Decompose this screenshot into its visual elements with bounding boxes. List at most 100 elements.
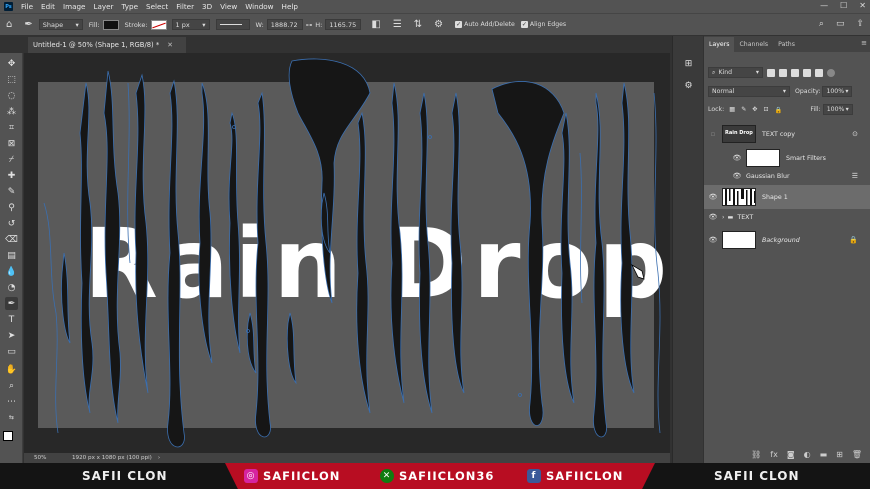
zoom-level[interactable]: 50% (34, 455, 72, 461)
pixel-filter-icon[interactable] (767, 68, 775, 77)
layer-filter-select[interactable]: ⌕ Kind ▾ (708, 67, 763, 78)
smart-object-filter-icon[interactable] (815, 68, 823, 77)
marquee-tool-icon[interactable]: ⬚ (5, 73, 18, 86)
layer-style-icon[interactable]: fx (770, 450, 778, 459)
layer-background[interactable]: 👁 Background 🔒 (704, 228, 870, 252)
smart-filters-row[interactable]: 👁 Smart Filters (704, 147, 870, 169)
history-brush-tool-icon[interactable]: ↺ (5, 217, 18, 230)
stroke-type-select[interactable] (215, 19, 250, 30)
hand-tool-icon[interactable]: ✋ (5, 363, 18, 376)
brush-tool-icon[interactable]: ✎ (5, 185, 18, 198)
menu-file[interactable]: File (17, 2, 37, 11)
chevron-right-icon[interactable]: › (722, 214, 724, 221)
type-tool-icon[interactable]: T (5, 313, 18, 326)
eraser-tool-icon[interactable]: ⌫ (5, 233, 18, 246)
canvas[interactable]: Rain Drop * (24, 53, 670, 453)
lock-transparency-icon[interactable]: ▦ (729, 106, 735, 113)
menu-view[interactable]: View (216, 2, 241, 11)
filter-options-icon[interactable]: ☰ (852, 172, 858, 180)
new-layer-icon[interactable]: ⊞ (836, 450, 843, 459)
tab-paths[interactable]: Paths (773, 37, 800, 52)
color-swatches[interactable] (3, 431, 19, 447)
properties-panel-icon[interactable]: ⚙ (682, 79, 695, 92)
layer-shape-1[interactable]: 👁 Shape 1 (704, 185, 870, 209)
gear-icon[interactable]: ⚙ (434, 19, 443, 30)
lock-position-icon[interactable]: ✥ (752, 106, 757, 113)
trash-icon[interactable]: 🗑 (852, 450, 862, 459)
lock-all-icon[interactable]: 🔒 (775, 106, 783, 114)
fill-swatch[interactable] (102, 19, 119, 30)
menu-select[interactable]: Select (142, 2, 172, 11)
stroke-width-input[interactable]: 1 px ▾ (171, 19, 210, 30)
type-filter-icon[interactable] (791, 68, 799, 77)
search-icon[interactable]: ⌕ (819, 19, 824, 29)
path-operations-icon[interactable]: ◧ (371, 19, 380, 30)
visibility-icon[interactable]: 👁 (728, 172, 746, 180)
maximize-button[interactable]: ☐ (840, 1, 847, 10)
history-panel-icon[interactable]: ⊞ (682, 57, 695, 70)
gradient-tool-icon[interactable]: ▤ (5, 249, 18, 262)
menu-edit[interactable]: Edit (37, 2, 59, 11)
shape-filter-icon[interactable] (803, 68, 811, 77)
lock-pixels-icon[interactable]: ✎ (741, 106, 746, 113)
menu-layer[interactable]: Layer (89, 2, 117, 11)
healing-brush-tool-icon[interactable]: ✚ (5, 169, 18, 182)
dodge-tool-icon[interactable]: ◔ (5, 281, 18, 294)
minimize-button[interactable]: — (820, 1, 828, 10)
close-tab-icon[interactable]: ✕ (167, 41, 173, 49)
blur-tool-icon[interactable]: 💧 (5, 265, 18, 278)
layer-mask-icon[interactable]: ◙ (787, 450, 795, 459)
width-input[interactable]: 1888.72 (266, 19, 303, 30)
workspace-icon[interactable]: ▭ (836, 19, 845, 29)
home-icon[interactable]: ⌂ (6, 19, 12, 30)
lasso-tool-icon[interactable]: ◌ (5, 89, 18, 102)
crop-tool-icon[interactable]: ⌗ (5, 121, 18, 134)
link-layers-icon[interactable]: ⛓ (751, 450, 761, 459)
menu-image[interactable]: Image (59, 2, 90, 11)
visibility-icon[interactable]: 👁 (704, 213, 722, 221)
tab-layers[interactable]: Layers (704, 37, 735, 52)
close-button[interactable]: ✕ (859, 1, 866, 10)
zoom-tool-icon[interactable]: ⌕ (5, 379, 18, 392)
menu-window[interactable]: Window (241, 2, 277, 11)
move-tool-icon[interactable]: ✥ (5, 57, 18, 70)
rectangle-tool-icon[interactable]: ▭ (5, 345, 18, 358)
path-alignment-icon[interactable]: ☰ (393, 19, 402, 30)
canvas-workarea[interactable]: Rain Drop * (24, 53, 670, 453)
visibility-icon[interactable]: 👁 (704, 236, 722, 244)
path-arrangement-icon[interactable]: ⇅ (414, 19, 422, 30)
share-icon[interactable]: ⇪ (856, 19, 864, 29)
visibility-icon[interactable]: 👁 (704, 193, 722, 201)
lock-artboard-icon[interactable]: ⊡ (763, 106, 768, 113)
pen-tool-icon[interactable]: ✒ (5, 297, 18, 310)
align-edges-checkbox[interactable]: ✓ (520, 21, 528, 28)
stroke-swatch[interactable] (150, 19, 167, 30)
frame-tool-icon[interactable]: ⊠ (5, 137, 18, 150)
link-icon[interactable]: ⊶ (306, 21, 313, 29)
pen-tool-preset-icon[interactable]: ✒ (24, 19, 32, 30)
height-input[interactable]: 1165.75 (325, 19, 362, 30)
new-group-icon[interactable]: ▬ (820, 450, 828, 459)
more-tools-icon[interactable]: ⋯ (5, 395, 18, 408)
clone-stamp-tool-icon[interactable]: ⚲ (5, 201, 18, 214)
chevron-right-icon[interactable]: › (158, 455, 160, 461)
filter-toggle-icon[interactable] (827, 68, 835, 77)
auto-add-delete-checkbox[interactable]: ✓ (455, 21, 463, 28)
foreground-color[interactable] (3, 431, 13, 441)
visibility-icon[interactable]: 👁 (728, 154, 746, 162)
menu-help[interactable]: Help (278, 2, 302, 11)
adjustment-filter-icon[interactable] (779, 68, 787, 77)
lock-icon[interactable]: 🔒 (849, 236, 858, 244)
panel-menu-icon[interactable]: ≡ (861, 39, 867, 47)
fill-input[interactable]: 100% ▾ (822, 104, 853, 115)
opacity-input[interactable]: 100% ▾ (822, 86, 853, 97)
visibility-off-icon[interactable]: ▫ (704, 130, 722, 138)
eyedropper-tool-icon[interactable]: ⌿ (5, 153, 18, 166)
filter-gaussian-blur[interactable]: 👁 Gaussian Blur ☰ (704, 169, 870, 183)
quick-select-tool-icon[interactable]: ⁂ (5, 105, 18, 118)
menu-type[interactable]: Type (118, 2, 143, 11)
menu-filter[interactable]: Filter (172, 2, 198, 11)
tool-mode-select[interactable]: Shape ▾ (38, 19, 83, 30)
path-selection-tool-icon[interactable]: ➤ (5, 329, 18, 342)
document-tab[interactable]: Untitled-1 @ 50% (Shape 1, RGB/8) * ✕ (28, 37, 186, 53)
